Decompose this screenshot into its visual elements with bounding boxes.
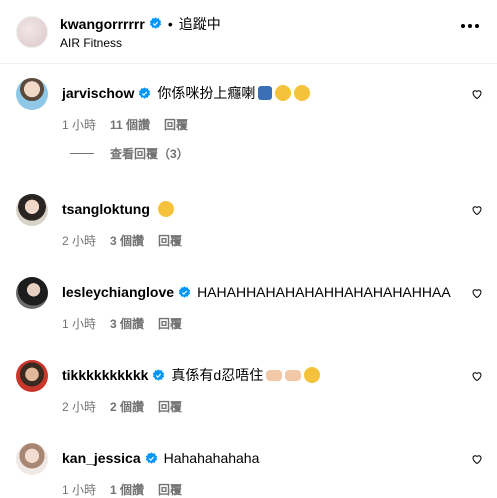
reply-button[interactable]: 回覆 bbox=[158, 315, 182, 332]
comment-time[interactable]: 2 小時 bbox=[62, 398, 96, 415]
commenter-username[interactable]: kan_jessica bbox=[62, 449, 141, 467]
comment-meta: 1 小時 3 個讚 回覆 bbox=[62, 315, 451, 332]
commenter-avatar[interactable] bbox=[16, 443, 48, 475]
commenter-avatar[interactable] bbox=[16, 194, 48, 226]
commenter-username[interactable]: tikkkkkkkkkk bbox=[62, 366, 148, 384]
following-button[interactable]: 追蹤中 bbox=[179, 14, 221, 34]
comment-likes[interactable]: 1 個讚 bbox=[110, 481, 144, 498]
comment-likes[interactable]: 2 個讚 bbox=[110, 398, 144, 415]
more-options-button[interactable] bbox=[461, 24, 479, 28]
comment-time[interactable]: 1 小時 bbox=[62, 481, 96, 498]
comment-time[interactable]: 1 小時 bbox=[62, 116, 96, 133]
view-replies-button[interactable]: 查看回覆（3） bbox=[70, 145, 189, 162]
heart-icon[interactable] bbox=[471, 370, 483, 382]
comment-meta: 2 小時 3 個讚 回覆 bbox=[62, 232, 182, 249]
author-avatar[interactable] bbox=[16, 15, 48, 48]
heart-icon[interactable] bbox=[471, 88, 483, 100]
comment-likes[interactable]: 3 個讚 bbox=[110, 315, 144, 332]
comment-meta: 1 小時 11 個讚 回覆 bbox=[62, 116, 310, 133]
fist-emoji-icon bbox=[266, 369, 283, 381]
squinting-face-emoji-icon bbox=[275, 85, 292, 101]
commenter-username[interactable]: lesleychianglove bbox=[62, 283, 174, 301]
reply-button[interactable]: 回覆 bbox=[164, 116, 188, 133]
comment-likes[interactable]: 3 個讚 bbox=[110, 232, 144, 249]
comment-item: tsangloktung 2 小時 3 個讚 回覆 bbox=[0, 194, 497, 249]
comment-meta: 1 小時 1 個讚 回覆 bbox=[62, 481, 259, 498]
separator-dot: • bbox=[167, 15, 173, 32]
reply-button[interactable]: 回覆 bbox=[158, 398, 182, 415]
verified-icon bbox=[178, 285, 191, 298]
commenter-avatar[interactable] bbox=[16, 78, 48, 110]
comment-likes[interactable]: 11 個讚 bbox=[110, 116, 150, 133]
commenter-avatar[interactable] bbox=[16, 277, 48, 309]
comment-item: jarvischow 你係咪扮上癮喇 1 小時 11 個讚 回覆 bbox=[0, 78, 497, 133]
heart-icon[interactable] bbox=[471, 204, 483, 216]
heart-icon[interactable] bbox=[471, 453, 483, 465]
comment-item: kan_jessica Hahahahahaha 1 小時 1 個讚 回覆 bbox=[0, 443, 497, 498]
verified-icon bbox=[149, 17, 161, 29]
comment-time[interactable]: 2 小時 bbox=[62, 232, 96, 249]
comment-item: tikkkkkkkkkk 真係有d忍唔住 2 小時 2 個讚 回覆 bbox=[0, 360, 497, 415]
comment-text: 你係咪扮上癮喇 bbox=[157, 85, 256, 101]
verified-icon bbox=[145, 451, 157, 464]
heart-icon[interactable] bbox=[471, 287, 483, 299]
author-info: kwangorrrrrr • 追蹤中 AIR Fitness bbox=[60, 14, 221, 50]
person-emoji-icon bbox=[258, 86, 273, 100]
laughing-face-emoji-icon bbox=[157, 201, 174, 217]
comment-meta: 2 小時 2 個讚 回覆 bbox=[62, 398, 320, 415]
rolling-laughing-emoji-icon bbox=[304, 367, 321, 383]
comment-text: Hahahahahaha bbox=[163, 450, 260, 466]
verified-icon bbox=[153, 368, 165, 381]
comment-text: 真係有d忍唔住 bbox=[171, 367, 264, 383]
reply-button[interactable]: 回覆 bbox=[158, 481, 182, 498]
commenter-username[interactable]: jarvischow bbox=[62, 84, 134, 102]
commenter-avatar[interactable] bbox=[16, 360, 48, 392]
comment-time[interactable]: 1 小時 bbox=[62, 315, 96, 332]
author-username[interactable]: kwangorrrrrr bbox=[60, 16, 145, 32]
commenter-username[interactable]: tsangloktung bbox=[62, 200, 150, 218]
location-link[interactable]: AIR Fitness bbox=[60, 36, 221, 50]
reply-button[interactable]: 回覆 bbox=[158, 232, 182, 249]
laughing-face-emoji-icon bbox=[294, 85, 311, 101]
fist-emoji-icon bbox=[285, 369, 302, 381]
post-header: kwangorrrrrr • 追蹤中 AIR Fitness bbox=[0, 0, 497, 64]
divider-line bbox=[70, 153, 94, 154]
verified-icon bbox=[139, 86, 151, 99]
comment-item: lesleychianglove HAHAHHAHAHAHAHHAHAHAHAH… bbox=[0, 277, 497, 332]
comment-text: HAHAHHAHAHAHAHHAHAHAHAHHAA bbox=[197, 284, 451, 300]
